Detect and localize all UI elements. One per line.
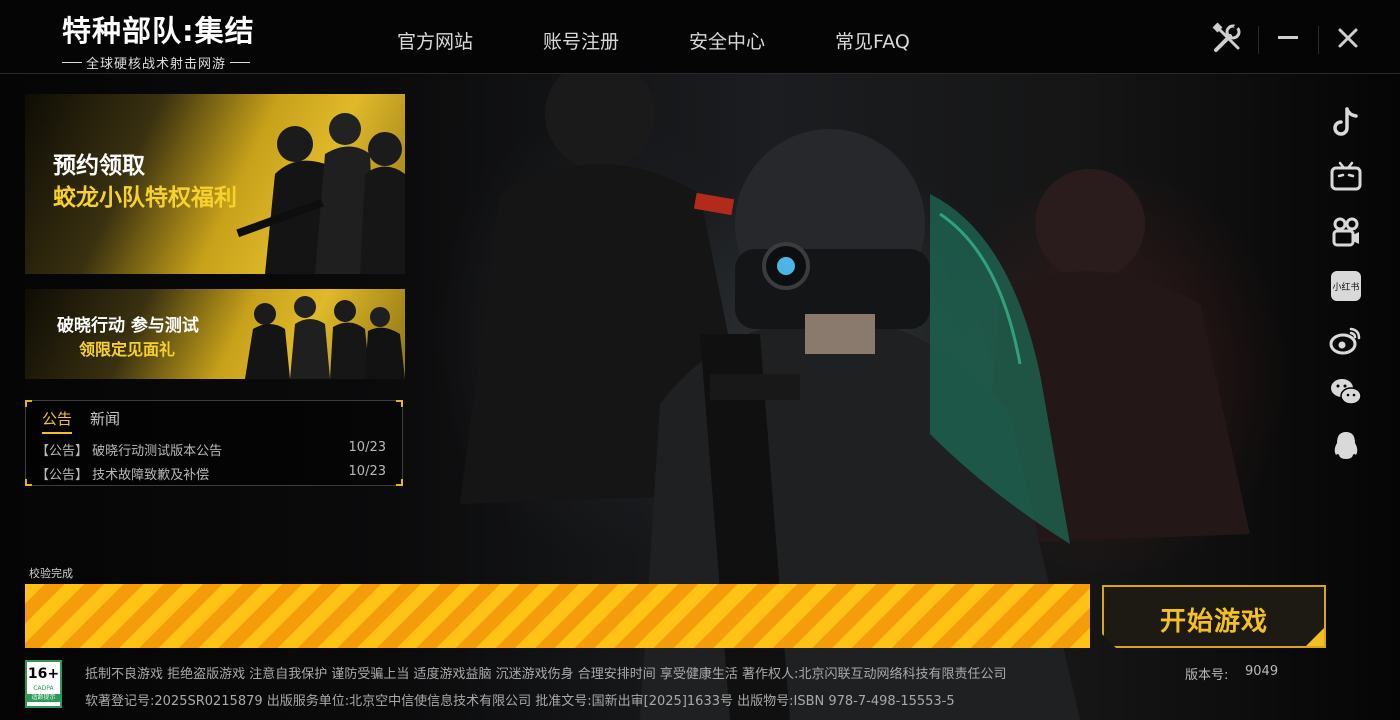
health-notice: 抵制不良游戏 拒绝盗版游戏 注意自我保护 谨防受骗上当 适度游戏益脑 沉迷游戏伤…: [85, 667, 1007, 682]
progress-fill: [25, 584, 1090, 648]
news-date: 10/23: [348, 464, 386, 479]
minimize-button[interactable]: [1270, 20, 1306, 56]
verification-status: 校验完成: [29, 567, 73, 580]
title-bar: 特种部队:集结 全球硬核战术射击网游 官方网站 账号注册 安全中心 常见FAQ: [0, 0, 1400, 74]
age-rating-number: 16+: [27, 666, 60, 682]
weibo-icon: [1329, 327, 1361, 355]
soldier-squad-image: [236, 113, 405, 274]
news-tabs: 公告 新闻: [42, 408, 138, 434]
title-bar-separator: [1258, 26, 1259, 54]
kuaishou-icon: [1332, 217, 1359, 247]
start-game-button[interactable]: 开始游戏: [1102, 585, 1326, 648]
news-list-item[interactable]: 【公告】 技术故障致歉及补偿 10/23: [36, 464, 386, 483]
logo-subtitle-row: 全球硬核战术射击网游: [62, 53, 302, 72]
age-rating-badge: 16+ CADPA 适龄提示: [25, 660, 62, 708]
news-list-item[interactable]: 【公告】 破晓行动测试版本公告 10/23: [36, 440, 386, 459]
logo-subtitle: 全球硬核战术射击网游: [86, 57, 227, 72]
panel-corner-decoration: [25, 479, 32, 486]
wechat-icon: [1331, 379, 1362, 405]
publication-info: 软著登记号:2025SR0215879 出版服务单位:北京空中信使信息技术有限公…: [85, 694, 955, 709]
douyin-link[interactable]: [1328, 104, 1364, 140]
banner-highlight: 领限定见面礼: [79, 340, 176, 359]
xiaohongshu-icon: 小红书: [1331, 271, 1361, 301]
button-corner-decoration: [1306, 628, 1324, 646]
age-rating-org: CADPA: [33, 685, 54, 692]
nav-security-center[interactable]: 安全中心: [689, 27, 765, 54]
xiaohongshu-link[interactable]: 小红书: [1328, 268, 1364, 304]
nav-account-register[interactable]: 账号注册: [543, 27, 619, 54]
version-label: 版本号:: [1185, 668, 1229, 683]
promo-banner-reservation[interactable]: 预约领取 蛟龙小队特权福利: [25, 94, 405, 274]
douyin-icon: [1333, 107, 1358, 136]
nav-faq[interactable]: 常见FAQ: [835, 27, 910, 54]
xiaohongshu-text: 小红书: [1332, 281, 1359, 293]
logo-divider: [230, 62, 251, 63]
age-rating-hint: 适龄提示: [27, 694, 60, 702]
panel-corner-decoration: [25, 400, 32, 407]
promo-banner-test[interactable]: 破晓行动 参与测试 领限定见面礼: [25, 289, 405, 379]
banner-headline: 破晓行动 参与测试: [57, 316, 199, 336]
top-nav: 官方网站 账号注册 安全中心 常见FAQ: [397, 27, 980, 54]
wrench-screwdriver-icon: [1212, 22, 1241, 52]
nav-official-site[interactable]: 官方网站: [397, 27, 473, 54]
news-title: 【公告】 技术故障致歉及补偿: [36, 468, 210, 483]
wechat-link[interactable]: [1328, 374, 1364, 410]
soldier-squad-image: [245, 296, 405, 379]
banner-headline: 预约领取: [53, 153, 145, 179]
start-game-label: 开始游戏: [1159, 607, 1268, 637]
tab-news[interactable]: 新闻: [90, 408, 120, 434]
panel-corner-decoration: [396, 400, 403, 407]
qq-icon: [1334, 432, 1358, 459]
minimize-icon: [1278, 36, 1298, 39]
weibo-link[interactable]: [1328, 322, 1364, 358]
download-progress-bar: [25, 584, 1090, 648]
close-button[interactable]: [1330, 20, 1366, 56]
version-number: 9049: [1245, 664, 1279, 679]
tab-announcements[interactable]: 公告: [42, 408, 73, 434]
news-panel: 公告 新闻 【公告】 破晓行动测试版本公告 10/23 【公告】 技术故障致歉及…: [25, 400, 403, 486]
news-title: 【公告】 破晓行动测试版本公告: [36, 444, 223, 459]
news-date: 10/23: [348, 440, 386, 455]
title-bar-separator: [1318, 26, 1319, 54]
bilibili-link[interactable]: [1328, 158, 1364, 194]
kuaishou-link[interactable]: [1328, 214, 1364, 250]
banner-highlight: 蛟龙小队特权福利: [53, 185, 237, 211]
logo-title: 特种部队:集结: [62, 14, 255, 48]
qq-link[interactable]: [1328, 428, 1364, 464]
bilibili-icon: [1330, 161, 1362, 191]
logo-divider: [62, 62, 82, 63]
settings-button[interactable]: [1210, 20, 1246, 56]
game-logo: 特种部队:集结 全球硬核战术射击网游: [62, 8, 302, 72]
close-icon: [1338, 28, 1358, 48]
panel-corner-decoration: [396, 479, 403, 486]
